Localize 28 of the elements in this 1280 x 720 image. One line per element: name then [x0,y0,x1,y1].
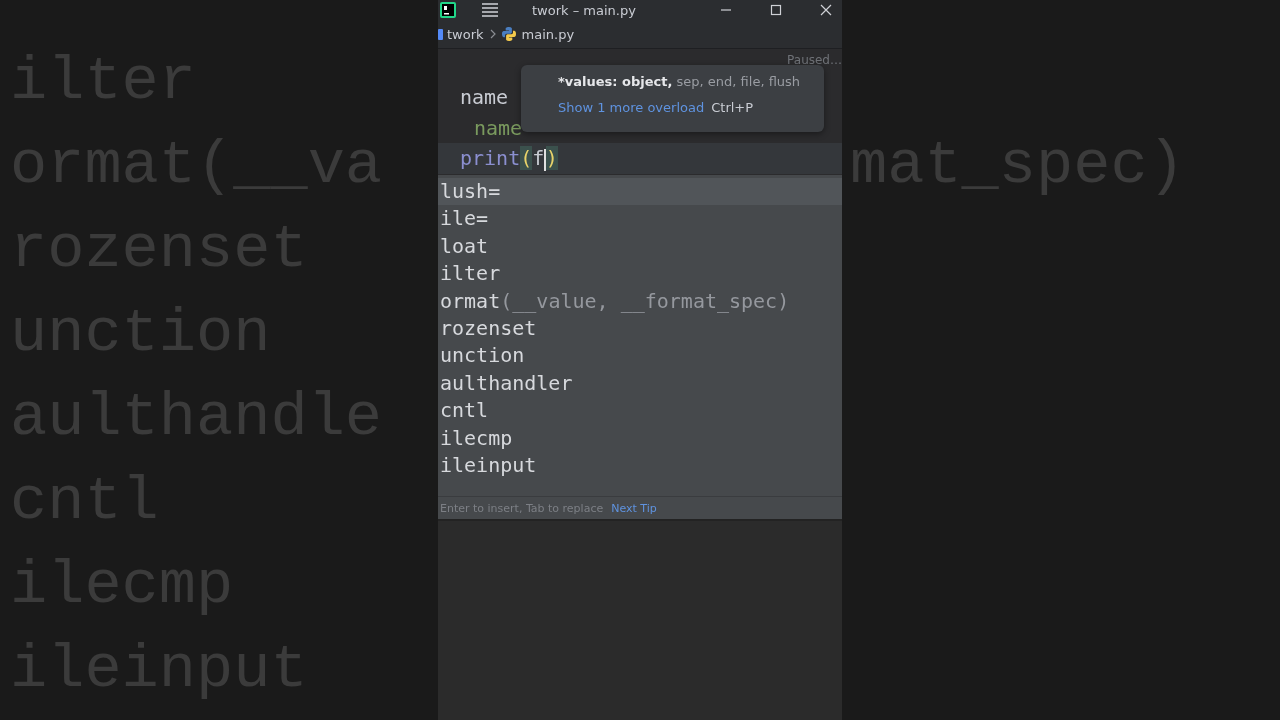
parameter-hint: *values: object, sep, end, file, flush [558,74,802,89]
shortcut-text: Ctrl+P [711,100,754,115]
completion-item[interactable]: rozenset [438,314,842,343]
completion-item[interactable]: lush= [438,178,842,206]
completion-item[interactable]: ileinput [438,451,842,480]
menu-icon[interactable] [482,3,498,17]
breadcrumb-item[interactable]: twork [447,26,484,42]
code-line: name [474,115,523,140]
completion-item[interactable]: unction [438,342,842,370]
completion-item[interactable]: ormat(__value, __format_spec) [438,287,842,315]
close-icon[interactable] [820,4,832,16]
completion-item[interactable]: ilecmp [438,424,842,452]
maximize-icon[interactable] [770,4,782,16]
completion-item[interactable]: aulthandler [438,369,842,398]
code-line: print(f) [460,146,558,171]
chevron-icon [489,29,496,39]
code-line: name [460,84,509,109]
window-title: twork – main.py [532,2,637,18]
status-text: Paused… [787,53,842,67]
python-icon [501,27,516,41]
completion-item[interactable]: cntl [438,397,842,425]
folder-icon [438,28,443,40]
breadcrumb-item[interactable]: main.py [521,26,575,42]
completion-item[interactable]: loat [438,232,842,261]
completion-item[interactable]: ilter [438,260,842,288]
overload-link[interactable]: Show 1 more overload [558,100,705,115]
app-logo-icon[interactable] [440,2,456,18]
completion-item[interactable]: ile= [438,205,842,233]
